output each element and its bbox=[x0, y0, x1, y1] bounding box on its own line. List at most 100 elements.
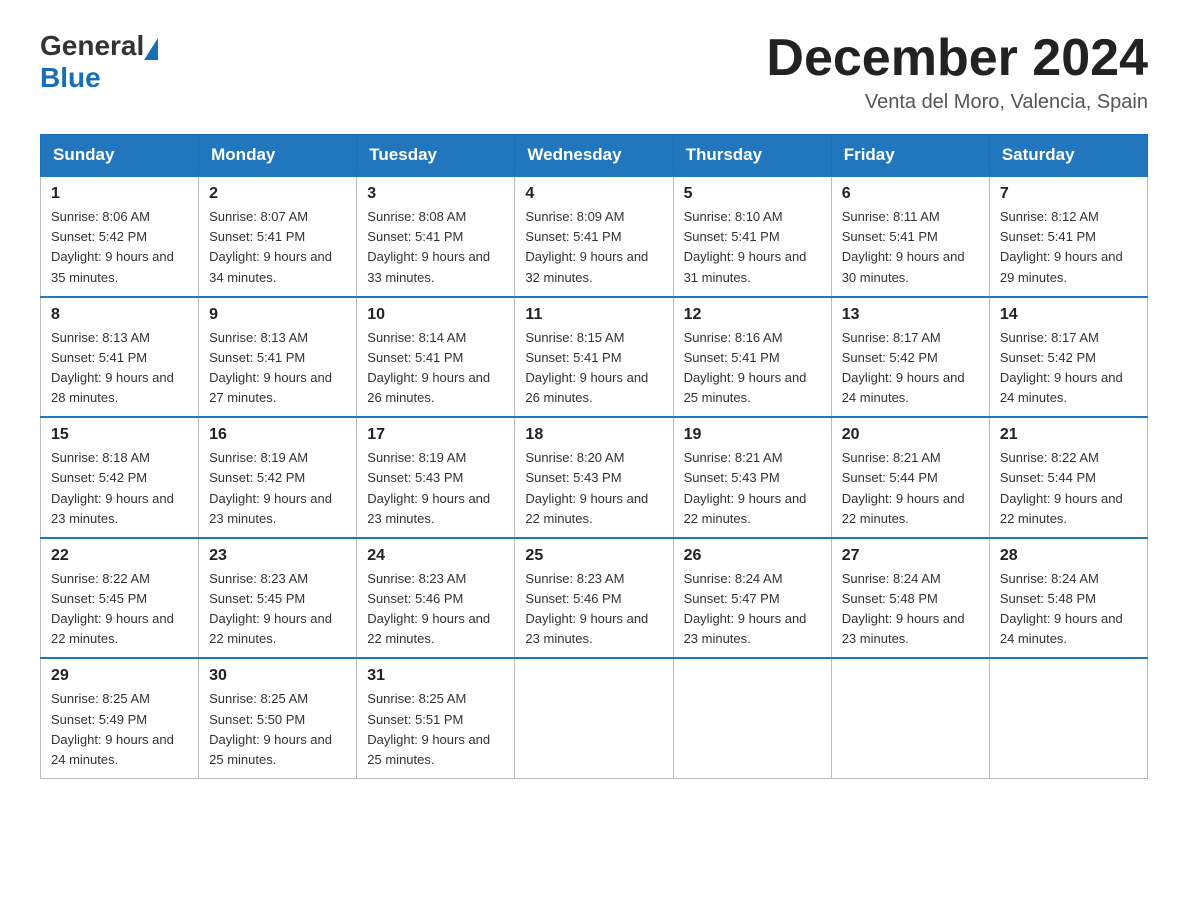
table-row: 11 Sunrise: 8:15 AM Sunset: 5:41 PM Dayl… bbox=[515, 297, 673, 418]
table-row: 17 Sunrise: 8:19 AM Sunset: 5:43 PM Dayl… bbox=[357, 417, 515, 538]
day-info: Sunrise: 8:24 AM Sunset: 5:48 PM Dayligh… bbox=[1000, 569, 1137, 650]
day-number: 9 bbox=[209, 306, 346, 324]
calendar-week-row: 15 Sunrise: 8:18 AM Sunset: 5:42 PM Dayl… bbox=[41, 417, 1148, 538]
header-friday: Friday bbox=[831, 135, 989, 177]
day-info: Sunrise: 8:16 AM Sunset: 5:41 PM Dayligh… bbox=[684, 328, 821, 409]
day-number: 17 bbox=[367, 426, 504, 444]
day-number: 6 bbox=[842, 185, 979, 203]
table-row: 8 Sunrise: 8:13 AM Sunset: 5:41 PM Dayli… bbox=[41, 297, 199, 418]
day-number: 5 bbox=[684, 185, 821, 203]
day-number: 22 bbox=[51, 547, 188, 565]
day-number: 16 bbox=[209, 426, 346, 444]
logo-blue-text: Blue bbox=[40, 62, 101, 94]
day-info: Sunrise: 8:21 AM Sunset: 5:43 PM Dayligh… bbox=[684, 448, 821, 529]
table-row bbox=[515, 658, 673, 778]
day-info: Sunrise: 8:19 AM Sunset: 5:42 PM Dayligh… bbox=[209, 448, 346, 529]
day-info: Sunrise: 8:12 AM Sunset: 5:41 PM Dayligh… bbox=[1000, 207, 1137, 288]
day-info: Sunrise: 8:13 AM Sunset: 5:41 PM Dayligh… bbox=[209, 328, 346, 409]
day-number: 7 bbox=[1000, 185, 1137, 203]
table-row: 18 Sunrise: 8:20 AM Sunset: 5:43 PM Dayl… bbox=[515, 417, 673, 538]
day-info: Sunrise: 8:14 AM Sunset: 5:41 PM Dayligh… bbox=[367, 328, 504, 409]
table-row: 7 Sunrise: 8:12 AM Sunset: 5:41 PM Dayli… bbox=[989, 176, 1147, 297]
day-info: Sunrise: 8:23 AM Sunset: 5:46 PM Dayligh… bbox=[525, 569, 662, 650]
day-info: Sunrise: 8:18 AM Sunset: 5:42 PM Dayligh… bbox=[51, 448, 188, 529]
header-row: Sunday Monday Tuesday Wednesday Thursday… bbox=[41, 135, 1148, 177]
day-number: 26 bbox=[684, 547, 821, 565]
day-number: 23 bbox=[209, 547, 346, 565]
day-number: 12 bbox=[684, 306, 821, 324]
table-row: 5 Sunrise: 8:10 AM Sunset: 5:41 PM Dayli… bbox=[673, 176, 831, 297]
day-info: Sunrise: 8:07 AM Sunset: 5:41 PM Dayligh… bbox=[209, 207, 346, 288]
table-row: 1 Sunrise: 8:06 AM Sunset: 5:42 PM Dayli… bbox=[41, 176, 199, 297]
day-info: Sunrise: 8:22 AM Sunset: 5:44 PM Dayligh… bbox=[1000, 448, 1137, 529]
day-number: 3 bbox=[367, 185, 504, 203]
day-info: Sunrise: 8:22 AM Sunset: 5:45 PM Dayligh… bbox=[51, 569, 188, 650]
day-number: 2 bbox=[209, 185, 346, 203]
day-number: 25 bbox=[525, 547, 662, 565]
day-info: Sunrise: 8:06 AM Sunset: 5:42 PM Dayligh… bbox=[51, 207, 188, 288]
table-row: 16 Sunrise: 8:19 AM Sunset: 5:42 PM Dayl… bbox=[199, 417, 357, 538]
calendar-table: Sunday Monday Tuesday Wednesday Thursday… bbox=[40, 134, 1148, 779]
day-number: 11 bbox=[525, 306, 662, 324]
table-row: 21 Sunrise: 8:22 AM Sunset: 5:44 PM Dayl… bbox=[989, 417, 1147, 538]
day-number: 28 bbox=[1000, 547, 1137, 565]
calendar-week-row: 29 Sunrise: 8:25 AM Sunset: 5:49 PM Dayl… bbox=[41, 658, 1148, 778]
day-number: 20 bbox=[842, 426, 979, 444]
header-thursday: Thursday bbox=[673, 135, 831, 177]
logo: General Blue bbox=[40, 30, 160, 94]
day-info: Sunrise: 8:23 AM Sunset: 5:46 PM Dayligh… bbox=[367, 569, 504, 650]
table-row: 25 Sunrise: 8:23 AM Sunset: 5:46 PM Dayl… bbox=[515, 538, 673, 659]
day-number: 29 bbox=[51, 667, 188, 685]
calendar-body: 1 Sunrise: 8:06 AM Sunset: 5:42 PM Dayli… bbox=[41, 176, 1148, 778]
table-row: 24 Sunrise: 8:23 AM Sunset: 5:46 PM Dayl… bbox=[357, 538, 515, 659]
header-saturday: Saturday bbox=[989, 135, 1147, 177]
table-row: 4 Sunrise: 8:09 AM Sunset: 5:41 PM Dayli… bbox=[515, 176, 673, 297]
day-info: Sunrise: 8:25 AM Sunset: 5:50 PM Dayligh… bbox=[209, 689, 346, 770]
table-row: 29 Sunrise: 8:25 AM Sunset: 5:49 PM Dayl… bbox=[41, 658, 199, 778]
table-row: 6 Sunrise: 8:11 AM Sunset: 5:41 PM Dayli… bbox=[831, 176, 989, 297]
day-info: Sunrise: 8:13 AM Sunset: 5:41 PM Dayligh… bbox=[51, 328, 188, 409]
day-number: 31 bbox=[367, 667, 504, 685]
day-info: Sunrise: 8:24 AM Sunset: 5:47 PM Dayligh… bbox=[684, 569, 821, 650]
table-row: 20 Sunrise: 8:21 AM Sunset: 5:44 PM Dayl… bbox=[831, 417, 989, 538]
day-number: 14 bbox=[1000, 306, 1137, 324]
table-row: 12 Sunrise: 8:16 AM Sunset: 5:41 PM Dayl… bbox=[673, 297, 831, 418]
day-info: Sunrise: 8:25 AM Sunset: 5:49 PM Dayligh… bbox=[51, 689, 188, 770]
month-title: December 2024 bbox=[766, 30, 1148, 87]
day-number: 13 bbox=[842, 306, 979, 324]
table-row: 30 Sunrise: 8:25 AM Sunset: 5:50 PM Dayl… bbox=[199, 658, 357, 778]
day-number: 19 bbox=[684, 426, 821, 444]
logo-blue-part bbox=[144, 38, 160, 62]
day-info: Sunrise: 8:11 AM Sunset: 5:41 PM Dayligh… bbox=[842, 207, 979, 288]
location-text: Venta del Moro, Valencia, Spain bbox=[766, 91, 1148, 114]
calendar-week-row: 22 Sunrise: 8:22 AM Sunset: 5:45 PM Dayl… bbox=[41, 538, 1148, 659]
table-row: 3 Sunrise: 8:08 AM Sunset: 5:41 PM Dayli… bbox=[357, 176, 515, 297]
table-row bbox=[673, 658, 831, 778]
calendar-week-row: 8 Sunrise: 8:13 AM Sunset: 5:41 PM Dayli… bbox=[41, 297, 1148, 418]
table-row: 10 Sunrise: 8:14 AM Sunset: 5:41 PM Dayl… bbox=[357, 297, 515, 418]
table-row: 9 Sunrise: 8:13 AM Sunset: 5:41 PM Dayli… bbox=[199, 297, 357, 418]
day-info: Sunrise: 8:24 AM Sunset: 5:48 PM Dayligh… bbox=[842, 569, 979, 650]
logo-triangle-icon bbox=[144, 38, 158, 60]
table-row bbox=[831, 658, 989, 778]
day-info: Sunrise: 8:10 AM Sunset: 5:41 PM Dayligh… bbox=[684, 207, 821, 288]
logo-general-text: General bbox=[40, 30, 144, 62]
table-row: 31 Sunrise: 8:25 AM Sunset: 5:51 PM Dayl… bbox=[357, 658, 515, 778]
day-number: 18 bbox=[525, 426, 662, 444]
calendar-week-row: 1 Sunrise: 8:06 AM Sunset: 5:42 PM Dayli… bbox=[41, 176, 1148, 297]
page-header: General Blue December 2024 Venta del Mor… bbox=[40, 30, 1148, 114]
table-row bbox=[989, 658, 1147, 778]
title-area: December 2024 Venta del Moro, Valencia, … bbox=[766, 30, 1148, 114]
day-number: 30 bbox=[209, 667, 346, 685]
day-info: Sunrise: 8:23 AM Sunset: 5:45 PM Dayligh… bbox=[209, 569, 346, 650]
table-row: 22 Sunrise: 8:22 AM Sunset: 5:45 PM Dayl… bbox=[41, 538, 199, 659]
table-row: 28 Sunrise: 8:24 AM Sunset: 5:48 PM Dayl… bbox=[989, 538, 1147, 659]
day-number: 1 bbox=[51, 185, 188, 203]
table-row: 27 Sunrise: 8:24 AM Sunset: 5:48 PM Dayl… bbox=[831, 538, 989, 659]
day-info: Sunrise: 8:20 AM Sunset: 5:43 PM Dayligh… bbox=[525, 448, 662, 529]
day-info: Sunrise: 8:09 AM Sunset: 5:41 PM Dayligh… bbox=[525, 207, 662, 288]
day-info: Sunrise: 8:08 AM Sunset: 5:41 PM Dayligh… bbox=[367, 207, 504, 288]
table-row: 19 Sunrise: 8:21 AM Sunset: 5:43 PM Dayl… bbox=[673, 417, 831, 538]
day-number: 24 bbox=[367, 547, 504, 565]
day-number: 4 bbox=[525, 185, 662, 203]
